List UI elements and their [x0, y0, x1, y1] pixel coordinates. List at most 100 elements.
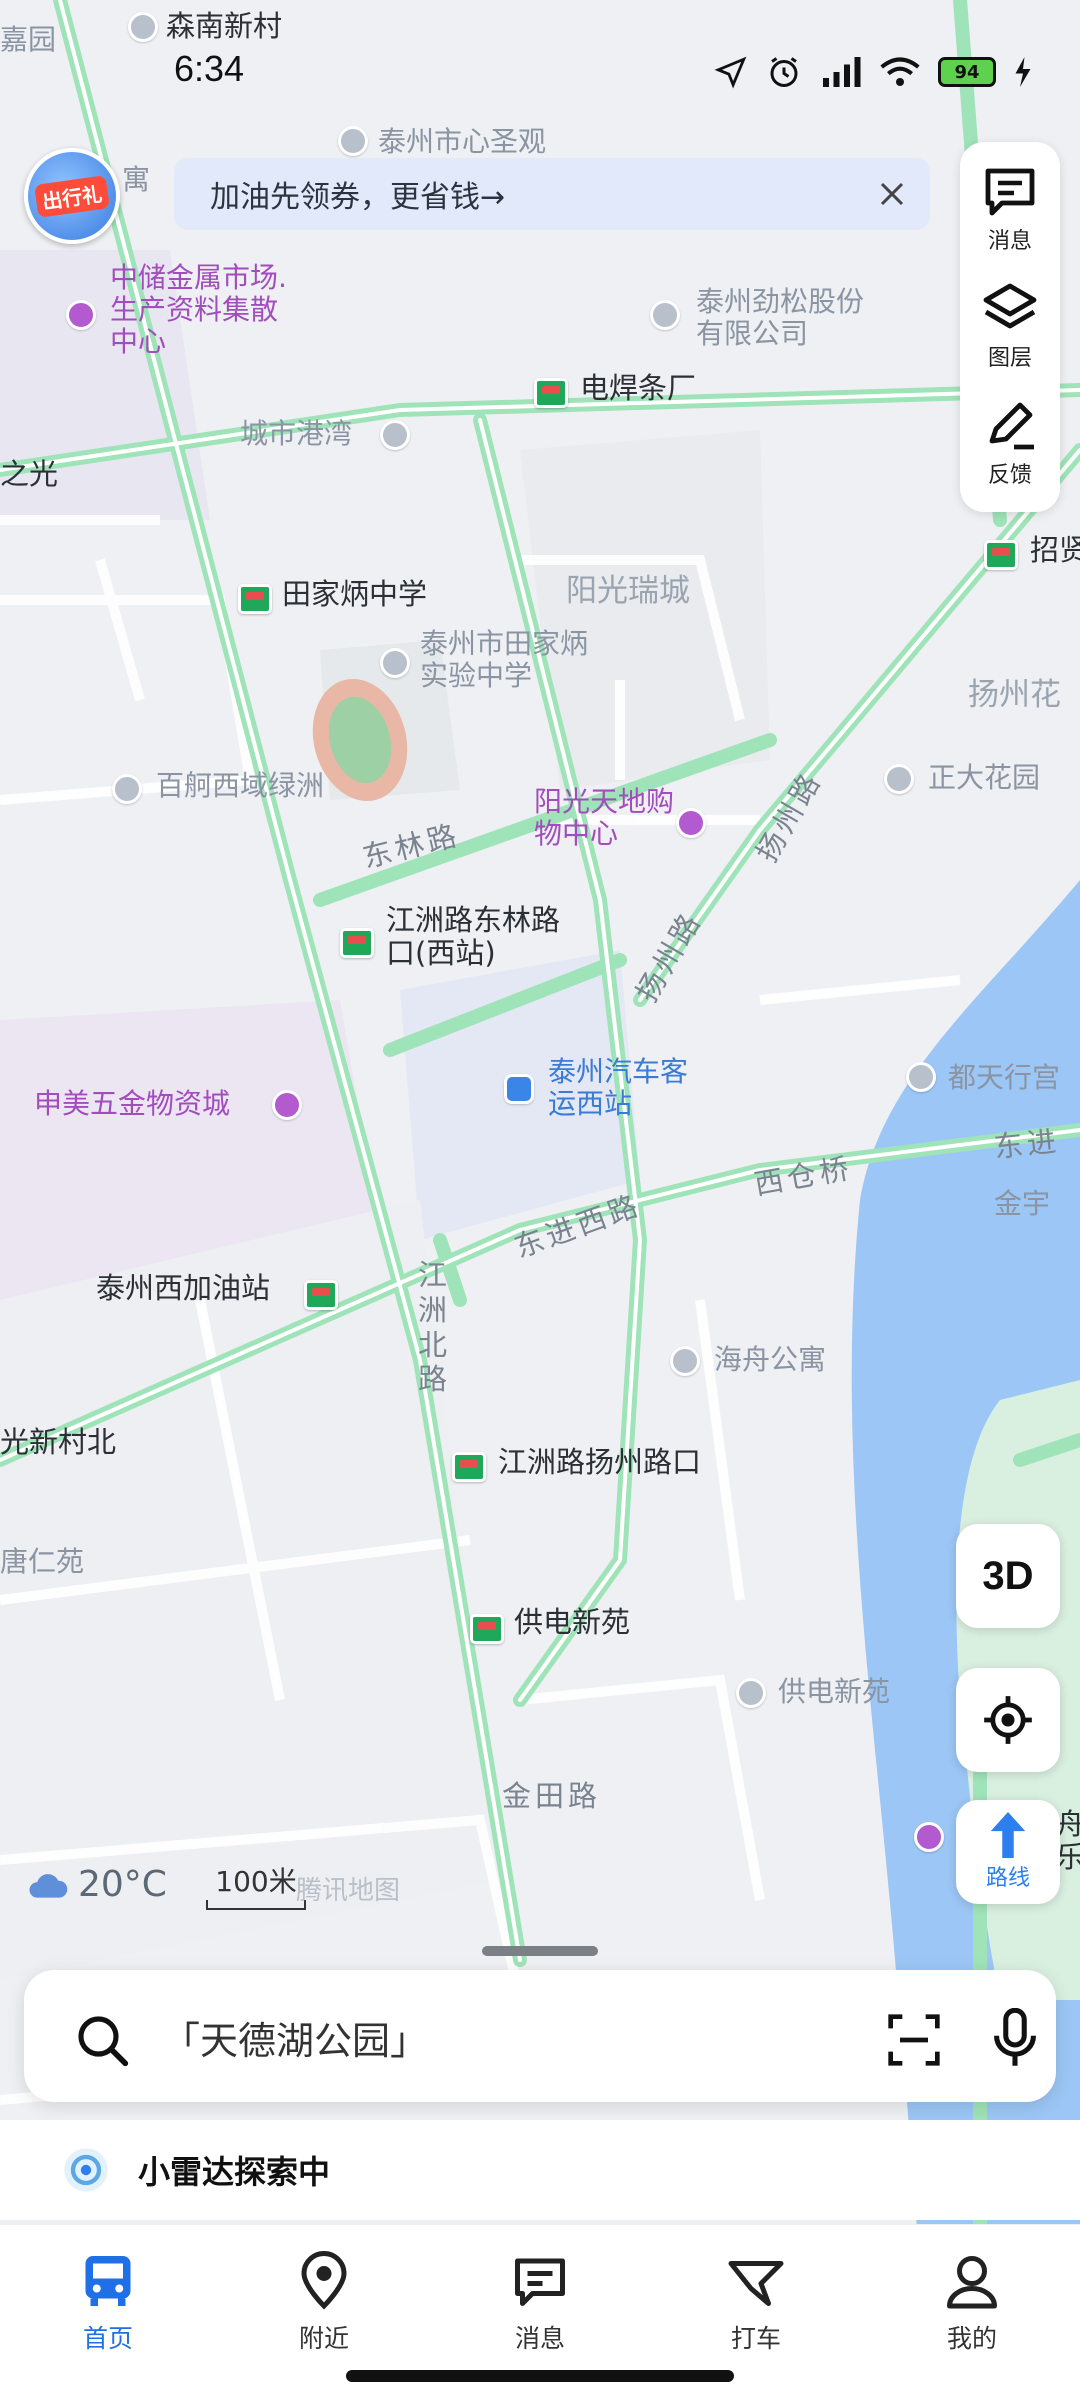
route-arrow-icon: [990, 1812, 1026, 1858]
gift-label: 出行礼: [34, 174, 110, 218]
map-label: 江洲路扬州路口: [498, 1445, 702, 1479]
promo-banner[interactable]: 加油先领券，更省钱→: [174, 158, 930, 230]
user-icon: [947, 2256, 997, 2309]
radar-text: 小雷达探索中: [138, 2153, 331, 2191]
map-label: 中储金属市场.生产资料集散中心: [110, 261, 287, 359]
poi-marker[interactable]: [914, 1822, 944, 1852]
charging-icon: [1015, 57, 1031, 87]
poi-marker[interactable]: [272, 1090, 302, 1120]
bus-stop-icon[interactable]: [984, 540, 1018, 570]
alarm-icon: [770, 57, 798, 87]
map-label: 供电新苑: [514, 1605, 631, 1639]
bus-stop-icon[interactable]: [534, 378, 568, 408]
map-label: 田家炳中学: [282, 577, 428, 611]
microphone-icon[interactable]: [992, 2008, 1038, 2068]
route-button[interactable]: 路线: [956, 1800, 1060, 1904]
bus-stop-icon[interactable]: [304, 1280, 338, 1310]
message-icon: [515, 2258, 565, 2306]
poi-marker[interactable]: [736, 1678, 766, 1708]
search-icon: [78, 2016, 129, 2067]
locate-icon: [984, 1696, 1032, 1744]
radar-icon: [64, 2148, 108, 2192]
poi-marker[interactable]: [676, 808, 706, 838]
map-watermark: 腾讯地图: [296, 1876, 401, 1906]
search-bar[interactable]: 「天德湖公园」: [24, 1970, 1056, 2102]
3d-button[interactable]: 3D: [956, 1524, 1060, 1628]
status-icons: 94: [714, 54, 1032, 90]
bus-stop-icon[interactable]: [452, 1452, 486, 1482]
poi-marker[interactable]: [66, 300, 96, 330]
close-icon[interactable]: [870, 172, 914, 216]
message-icon: [985, 168, 1035, 216]
location-pin-icon: [301, 2251, 347, 2310]
nav-me[interactable]: 我的: [902, 2251, 1042, 2400]
poi-marker[interactable]: [650, 300, 680, 330]
map-label: 泰州西加油站: [96, 1271, 271, 1305]
nav-label: 我的: [946, 2324, 997, 2353]
map-toolbar: 消息 图层 反馈: [960, 142, 1060, 512]
bus-stop-icon[interactable]: [238, 584, 272, 614]
nav-label: 附近: [298, 2324, 349, 2353]
map-label: 扬州花: [968, 677, 1061, 713]
status-time: 6:34: [174, 48, 245, 89]
map-label: 电焊条厂: [580, 371, 697, 405]
cloud-icon: [29, 1873, 68, 1898]
messages-label: 消息: [987, 229, 1032, 255]
map-label: 供电新苑: [778, 1675, 891, 1708]
map-label: 泰州劲松股份有限公司: [696, 285, 865, 351]
search-input[interactable]: 「天德湖公园」: [162, 2010, 428, 2065]
poi-marker[interactable]: [906, 1062, 936, 1092]
bottom-sheet: 「天德湖公园」 小雷达探索中: [0, 1930, 1080, 2230]
map-label: 之光: [0, 457, 59, 491]
bus-stop-icon[interactable]: [470, 1614, 504, 1644]
temperature: 20°C: [78, 1864, 167, 1905]
map-label: 唐仁苑: [0, 1545, 85, 1578]
map-label: 寓: [122, 163, 151, 196]
poi-marker[interactable]: [670, 1346, 700, 1376]
layers-button[interactable]: 图层: [982, 282, 1038, 372]
taxi-flag-icon: [728, 2261, 784, 2306]
road-label: 东进: [992, 1123, 1062, 1165]
nav-label: 打车: [730, 2324, 781, 2353]
radar-bar[interactable]: 小雷达探索中: [0, 2120, 1080, 2220]
bus-icon: [85, 2256, 131, 2306]
map-label: 光新村北: [0, 1425, 117, 1459]
bus-stop-icon[interactable]: [340, 928, 374, 958]
road-label: 金田路: [502, 1779, 602, 1813]
map-label: 海舟公寓: [714, 1343, 827, 1376]
poi-marker[interactable]: [380, 648, 410, 678]
weather-widget[interactable]: 20°C: [26, 1864, 167, 1905]
map-label: 招贤: [1030, 533, 1080, 567]
promo-text: 加油先领券，更省钱→: [210, 180, 506, 215]
edit-icon: [989, 402, 1034, 450]
feedback-button[interactable]: 反馈: [982, 399, 1038, 489]
sheet-handle[interactable]: [482, 1946, 598, 1956]
road-label: 江洲北路: [418, 1258, 452, 1397]
map-label: 泰州汽车客运西站: [548, 1055, 689, 1121]
gift-badge[interactable]: 出行礼: [24, 148, 120, 244]
signal-icon: [823, 57, 861, 87]
poi-marker[interactable]: [504, 1074, 534, 1104]
poi-marker[interactable]: [380, 420, 410, 450]
scan-icon[interactable]: [886, 2012, 942, 2068]
location-arrow-icon: [714, 56, 747, 89]
poi-marker[interactable]: [884, 764, 914, 794]
feedback-label: 反馈: [987, 462, 1032, 488]
locate-button[interactable]: [956, 1668, 1060, 1772]
map-label: 正大花园: [928, 761, 1041, 794]
map-label: 阳光天地购物中心: [534, 785, 675, 851]
home-indicator[interactable]: [346, 2370, 734, 2382]
nav-home[interactable]: 首页: [38, 2251, 178, 2400]
map-scale: 100米: [206, 1860, 306, 1910]
status-bar: 6:34 94: [0, 0, 1080, 140]
map-label: 江洲路东林路口(西站): [386, 903, 561, 971]
battery-icon: 94: [938, 57, 996, 87]
nav-label: 消息: [514, 2324, 565, 2353]
map-label: 都天行宫: [948, 1061, 1061, 1094]
map-label: 申美五金物资城: [34, 1087, 231, 1120]
messages-button[interactable]: 消息: [982, 165, 1038, 255]
wifi-icon: [880, 57, 920, 86]
scale-label: 100米: [215, 1865, 297, 1898]
map-label: 金宇: [994, 1187, 1051, 1220]
poi-marker[interactable]: [112, 774, 142, 804]
